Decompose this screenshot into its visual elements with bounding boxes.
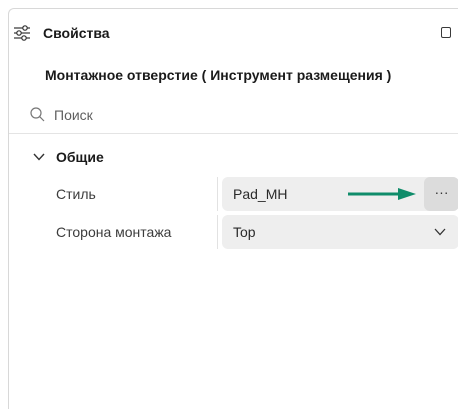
search-bar[interactable]: Поиск	[9, 97, 458, 133]
divider	[9, 133, 458, 134]
panel-title: Свойства	[43, 25, 110, 41]
maximize-icon[interactable]	[441, 27, 451, 38]
group-header-general[interactable]: Общие	[9, 147, 458, 169]
style-field[interactable]: Pad_MH ···	[222, 177, 458, 211]
search-icon	[30, 107, 45, 122]
property-row-mount-side: Сторона монтажа Top	[9, 215, 458, 249]
property-label: Сторона монтажа	[56, 224, 172, 240]
arrow-annotation-icon	[348, 188, 416, 200]
chevron-down-icon[interactable]	[33, 153, 45, 161]
panel-header: Свойства	[9, 9, 458, 57]
search-input[interactable]: Поиск	[54, 107, 93, 123]
mount-side-value: Top	[233, 224, 256, 240]
property-label: Стиль	[56, 186, 96, 202]
column-separator	[217, 215, 218, 249]
group-label: Общие	[56, 149, 104, 165]
column-separator	[217, 177, 218, 211]
sliders-icon	[14, 25, 30, 41]
properties-panel: Свойства Монтажное отверстие ( Инструмен…	[8, 8, 458, 409]
property-row-style: Стиль Pad_MH ···	[9, 177, 458, 211]
mount-side-select[interactable]: Top	[222, 215, 458, 249]
more-options-button[interactable]: ···	[424, 177, 458, 211]
style-value: Pad_MH	[233, 186, 288, 202]
chevron-down-icon[interactable]	[434, 228, 446, 236]
object-title: Монтажное отверстие ( Инструмент размеще…	[45, 67, 392, 83]
